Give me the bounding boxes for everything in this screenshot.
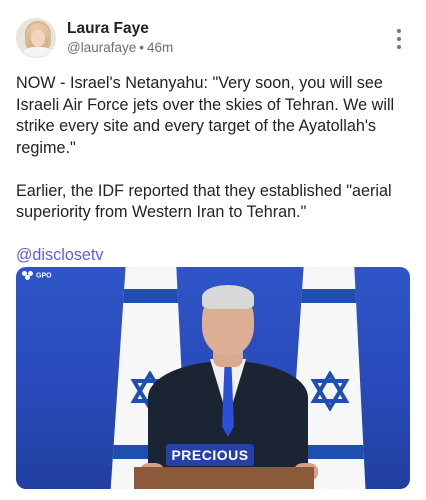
mention-link[interactable]: @disclosetv: [16, 245, 412, 267]
post-card: Laura Faye @laurafaye • 46m NOW - Israel's…: [0, 0, 426, 500]
post-image[interactable]: GPO PRECIOUS: [16, 267, 410, 489]
avatar-shirt: [23, 47, 53, 57]
more-vertical-icon[interactable]: [392, 28, 406, 50]
more-dot: [397, 37, 401, 41]
gpo-logo-icon: [22, 271, 34, 280]
gpo-label: GPO: [36, 272, 52, 280]
post-time[interactable]: 46m: [147, 40, 173, 55]
post-paragraph: Earlier, the IDF reported that they esta…: [16, 181, 392, 222]
author-handle[interactable]: @laurafaye: [67, 40, 136, 55]
post-meta: @laurafaye • 46m: [67, 40, 173, 55]
podium-sign: PRECIOUS: [166, 444, 254, 466]
more-dot: [397, 45, 401, 49]
podium: [134, 467, 314, 489]
author-name[interactable]: Laura Faye: [67, 20, 149, 38]
speaker-hair: [202, 285, 254, 309]
avatar-face: [31, 30, 45, 47]
avatar[interactable]: [16, 18, 56, 58]
post-body: NOW - Israel's Netanyahu: "Very soon, yo…: [16, 73, 412, 288]
more-dot: [397, 29, 401, 33]
post-header: Laura Faye @laurafaye • 46m: [16, 16, 412, 62]
post-paragraph: NOW - Israel's Netanyahu: "Very soon, yo…: [16, 74, 395, 157]
gpo-watermark: GPO: [22, 271, 52, 280]
meta-separator: •: [139, 40, 144, 55]
